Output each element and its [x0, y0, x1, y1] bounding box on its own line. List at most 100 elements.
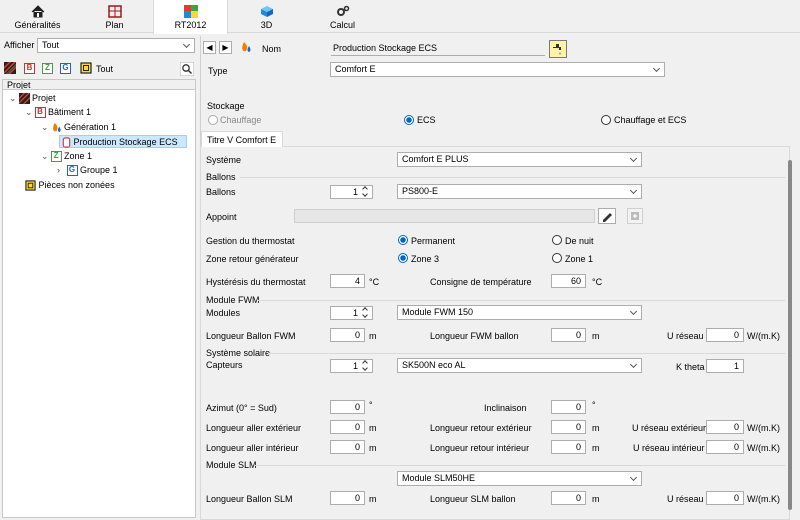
ecs-radio[interactable] [404, 115, 414, 125]
u-ext-input[interactable]: 0 [706, 420, 744, 434]
u-reseau-fwm-input[interactable]: 0 [706, 328, 744, 342]
tab-titre-v[interactable]: Titre V Comfort E [201, 131, 283, 147]
nom-input[interactable]: Production Stockage ECS [331, 41, 545, 56]
inclinaison-input[interactable]: 0 [551, 400, 586, 414]
modules-label: Modules [206, 308, 241, 318]
tank-icon [62, 137, 71, 148]
home-icon [31, 5, 44, 18]
u-unit: W/(m.K) [747, 443, 780, 453]
type-value: Comfort E [335, 64, 376, 74]
ballon-model-select[interactable]: PS800-E [397, 184, 642, 199]
project-tree: ⌄ Projet ⌄ B Bâtiment 1 ⌄ Génération 1 P… [2, 89, 196, 518]
tree-item-groupe[interactable]: › G Groupe 1 [57, 164, 118, 177]
retour-int-label: Longueur retour intérieur [430, 443, 530, 453]
tree-item-projet[interactable]: ⌄ Projet [9, 92, 56, 105]
aller-ext-input[interactable]: 0 [330, 420, 365, 434]
tree-item-generation[interactable]: ⌄ Génération 1 [41, 121, 116, 134]
long-ballon-slm-input[interactable]: 0 [330, 491, 365, 505]
aller-int-input[interactable]: 0 [330, 440, 365, 454]
systeme-select[interactable]: Comfort E PLUS [397, 152, 642, 167]
chauffage-ecs-label: Chauffage et ECS [614, 115, 687, 125]
tree-item-label: Projet [32, 93, 56, 103]
next-button[interactable]: ▶ [219, 41, 232, 54]
consigne-unit: °C [592, 277, 603, 287]
stockage-label: Stockage [207, 101, 245, 111]
zone1-radio[interactable] [552, 253, 562, 263]
hysteresis-label: Hystérésis du thermostat [206, 277, 306, 287]
tree-item-production-stockage[interactable]: Production Stockage ECS [59, 135, 187, 148]
tab-3d[interactable]: 3D [229, 0, 304, 33]
hysteresis-input[interactable]: 4 [330, 274, 365, 288]
cube-icon [260, 6, 273, 17]
unzoned-filter-icon[interactable] [80, 62, 92, 74]
groupe-icon: G [66, 165, 78, 177]
long-slm-ballon-input[interactable]: 0 [551, 491, 586, 505]
consigne-input[interactable]: 60 [551, 274, 586, 288]
u-reseau-slm-input[interactable]: 0 [706, 491, 744, 505]
tab-label: Plan [105, 20, 124, 30]
capteur-model-select[interactable]: SK500N eco AL [397, 358, 642, 373]
divider [254, 465, 785, 466]
chauffage-ecs-radio[interactable] [601, 115, 611, 125]
chevron-down-icon [629, 154, 638, 163]
unit-m: m [592, 331, 600, 341]
de-nuit-radio[interactable] [552, 235, 562, 245]
all-types-filter-icon[interactable] [4, 62, 16, 74]
u-int-input[interactable]: 0 [706, 440, 744, 454]
tab-generalites[interactable]: Généralités [0, 0, 75, 33]
edit-appoint-button[interactable] [598, 208, 616, 224]
retour-int-input[interactable]: 0 [551, 440, 586, 454]
retour-ext-label: Longueur retour extérieur [430, 423, 532, 433]
tap-button[interactable] [549, 40, 567, 58]
chevron-down-icon [629, 186, 638, 195]
ktheta-input[interactable]: 1 [706, 359, 744, 373]
u-reseau-slm-label: U réseau [667, 494, 704, 504]
zone-filter-icon[interactable]: Z [42, 63, 53, 74]
tab-label: RT2012 [174, 20, 207, 30]
u-int-label: U réseau intérieur [633, 443, 705, 453]
long-fwm-ballon-input[interactable]: 0 [551, 328, 586, 342]
scrollbar[interactable] [788, 160, 792, 510]
long-ballon-fwm-input[interactable]: 0 [330, 328, 365, 342]
slm-model-select[interactable]: Module SLM50HE [397, 471, 642, 486]
azimut-input[interactable]: 0 [330, 400, 365, 414]
tree-item-zone[interactable]: ⌄ Z Zone 1 [41, 150, 92, 163]
tab-calcul[interactable]: Calcul [305, 0, 380, 33]
chevron-down-icon [629, 473, 638, 482]
groupe-filter-icon[interactable]: G [60, 63, 71, 74]
tree-item-batiment[interactable]: ⌄ B Bâtiment 1 [25, 106, 91, 119]
add-appoint-button[interactable] [627, 208, 643, 224]
tree-item-pieces-non-zonees[interactable]: Pièces non zonées [25, 179, 115, 192]
tab-plan[interactable]: Plan [77, 0, 152, 33]
type-label: Type [208, 66, 228, 76]
retour-ext-input[interactable]: 0 [551, 420, 586, 434]
chevron-right-icon[interactable]: › [57, 164, 64, 177]
fwm-section-label: Module FWM [206, 295, 260, 305]
aller-ext-label: Longueur aller extérieur [206, 423, 302, 433]
permanent-radio[interactable] [398, 235, 408, 245]
stepper-arrows-icon[interactable] [361, 360, 369, 372]
long-fwm-ballon-label: Longueur FWM ballon [430, 331, 519, 341]
chevron-down-icon [629, 360, 638, 369]
type-select[interactable]: Comfort E [330, 62, 665, 77]
zone3-radio[interactable] [398, 253, 408, 263]
zone-retour-label: Zone retour générateur [206, 254, 299, 264]
batiment-filter-icon[interactable]: B [24, 63, 35, 74]
afficher-value: Tout [42, 40, 60, 50]
long-ballon-slm-label: Longueur Ballon SLM [206, 494, 293, 504]
u-reseau-fwm-label: U réseau [667, 331, 704, 341]
tree-item-label: Groupe 1 [80, 165, 118, 175]
stepper-arrows-icon[interactable] [361, 186, 369, 198]
unit-m: m [592, 443, 600, 453]
chauffage-radio[interactable] [208, 115, 218, 125]
afficher-label: Afficher [4, 40, 35, 50]
degree-unit: ° [592, 400, 596, 410]
fwm-model-select[interactable]: Module FWM 150 [397, 305, 642, 320]
search-icon[interactable] [180, 62, 194, 76]
divider [240, 177, 785, 178]
thermostat-label: Gestion du thermostat [206, 236, 295, 246]
afficher-select[interactable]: Tout [37, 38, 195, 53]
previous-button[interactable]: ◀ [203, 41, 216, 54]
tab-rt2012[interactable]: RT2012 [153, 0, 228, 34]
stepper-arrows-icon[interactable] [361, 307, 369, 319]
